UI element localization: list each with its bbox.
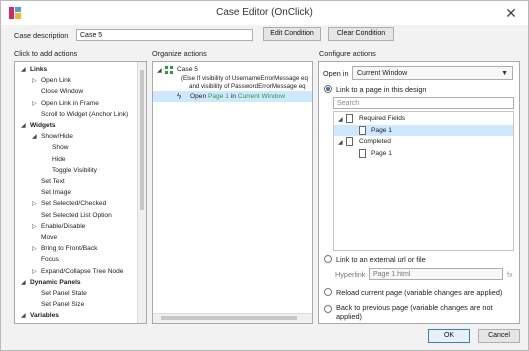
tree-expander-icon[interactable]: ◢ — [32, 133, 37, 140]
fx-button[interactable]: fx — [507, 270, 513, 279]
tree-page-1: Page 1 — [371, 127, 392, 134]
open-in-select[interactable]: Current Window ▼ — [352, 66, 513, 80]
back-page-label-line-2[interactable]: applied) — [336, 312, 362, 321]
title-bar: Case Editor (OnClick) ✕ — [1, 1, 528, 25]
folder-expander-icon[interactable]: ◢ — [338, 116, 343, 123]
configure-actions-header: Configure actions — [319, 49, 376, 58]
tree-expander-icon[interactable]: ▷ — [32, 77, 37, 84]
action-item[interactable]: Set Panel State — [41, 288, 87, 299]
action-category[interactable]: Widgets — [30, 120, 56, 131]
open-in-label: Open in — [323, 69, 349, 78]
action-item[interactable]: Hide — [52, 154, 66, 165]
lightning-icon: ϟ — [177, 92, 182, 101]
action-item[interactable]: Set Text — [41, 176, 65, 187]
case-expander-icon[interactable]: ◢ — [157, 67, 162, 74]
reload-page-radio[interactable] — [324, 288, 332, 296]
organize-horizontal-scrollbar[interactable] — [153, 313, 312, 323]
page-search-input[interactable]: Search — [333, 97, 514, 109]
cancel-button[interactable]: Cancel — [478, 329, 520, 343]
action-item[interactable]: Set Selected List Option — [41, 210, 112, 221]
action-item[interactable]: Set Panel Size — [41, 299, 84, 310]
tree-expander-icon[interactable]: ▷ — [32, 245, 37, 252]
action-item[interactable]: Focus — [41, 254, 59, 265]
folder-icon — [346, 114, 353, 123]
ok-button[interactable]: OK — [428, 329, 470, 343]
action-item[interactable]: Close Window — [41, 86, 83, 97]
actions-tree-panel: ◢ Links ▷ Open Link Close Window ▷ Open Link i… — [14, 61, 147, 324]
external-url-label[interactable]: Link to an external url or file — [336, 255, 426, 264]
tree-expander-icon[interactable]: ◢ — [21, 312, 26, 319]
action-category[interactable]: Dynamic Panels — [30, 277, 81, 288]
case-description-input[interactable]: Case 5 — [76, 29, 253, 41]
scrollbar-thumb[interactable] — [140, 70, 144, 210]
action-item[interactable]: Show — [52, 142, 69, 153]
page-icon — [359, 126, 366, 135]
organize-actions-panel: ◢ Case 5 (Else If visibility of Username… — [152, 61, 313, 324]
tree-expander-icon[interactable]: ▷ — [32, 100, 37, 107]
scrollbar-thumb[interactable] — [161, 316, 297, 320]
action-prefix: Open — [190, 93, 207, 100]
reload-page-label[interactable]: Reload current page (variable changes ar… — [336, 288, 502, 297]
page-tree: ◢ Required Fields Page 1 ◢ Completed Pag… — [333, 111, 514, 251]
case-icon — [165, 66, 173, 74]
tree-folder-required[interactable]: Required Fields — [359, 113, 405, 124]
case-editor-window: Case Editor (OnClick) ✕ Case description… — [0, 0, 529, 351]
action-text: Open Page 1 in Current Window — [190, 91, 285, 102]
action-in: in — [230, 93, 236, 100]
page-icon — [359, 149, 366, 158]
hyperlink-input[interactable]: Page 1.html — [369, 268, 503, 280]
action-item[interactable]: Show/Hide — [41, 131, 73, 142]
action-page: Page 1 — [207, 93, 229, 100]
configure-actions-panel: Open in Current Window ▼ Link to a page … — [318, 61, 520, 324]
action-category[interactable]: Links — [30, 64, 47, 75]
edit-condition-button[interactable]: Edit Condition — [263, 27, 321, 41]
tree-folder-completed[interactable]: Completed — [359, 136, 391, 147]
action-item[interactable]: Toggle Visibility — [52, 165, 97, 176]
action-item[interactable]: Set Selected/Checked — [41, 198, 106, 209]
tree-expander-icon[interactable]: ◢ — [21, 66, 26, 73]
back-page-label-line-1[interactable]: Back to previous page (variable changes … — [336, 303, 493, 312]
folder-icon — [346, 137, 353, 146]
tree-page-1-completed[interactable]: Page 1 — [371, 148, 392, 159]
action-target: Current Window — [237, 93, 285, 100]
action-item[interactable]: Enable/Disable — [41, 221, 85, 232]
action-item[interactable]: Open Link — [41, 75, 71, 86]
action-row-selected[interactable]: ϟ Open Page 1 in Current Window — [153, 91, 312, 102]
tree-expander-icon[interactable]: ▷ — [32, 268, 37, 275]
folder-expander-icon[interactable]: ◢ — [338, 139, 343, 146]
action-item[interactable]: Expand/Collapse Tree Node — [41, 266, 123, 277]
link-page-label[interactable]: Link to a page in this design — [336, 85, 426, 94]
action-category[interactable]: Variables — [30, 310, 59, 321]
tree-expander-icon[interactable]: ▷ — [32, 200, 37, 207]
action-item[interactable]: Scroll to Widget (Anchor Link) — [41, 109, 128, 120]
link-page-radio[interactable] — [324, 85, 332, 93]
back-page-radio[interactable] — [324, 305, 332, 313]
actions-tree-scrollbar[interactable] — [137, 62, 146, 323]
case-description-label: Case description — [14, 31, 69, 40]
dropdown-arrow-icon: ▼ — [501, 70, 508, 77]
hyperlink-label: Hyperlink — [335, 270, 366, 279]
tree-expander-icon[interactable]: ◢ — [21, 122, 26, 129]
tree-expander-icon[interactable]: ◢ — [21, 279, 26, 286]
action-item[interactable]: Open Link in Frame — [41, 98, 99, 109]
external-url-radio[interactable] — [324, 255, 332, 263]
action-item[interactable]: Bring to Front/Back — [41, 243, 97, 254]
open-in-value: Current Window — [357, 70, 408, 77]
close-icon[interactable]: ✕ — [502, 4, 520, 22]
tree-page-selected-row[interactable]: Page 1 — [334, 125, 513, 136]
organize-actions-header: Organize actions — [152, 49, 207, 58]
action-item[interactable]: Set Image — [41, 187, 71, 198]
window-title: Case Editor (OnClick) — [216, 7, 313, 18]
clear-condition-button[interactable]: Clear Condition — [328, 27, 394, 41]
add-actions-header: Click to add actions — [14, 49, 78, 58]
action-item[interactable]: Move — [41, 232, 57, 243]
tree-expander-icon[interactable]: ▷ — [32, 223, 37, 230]
